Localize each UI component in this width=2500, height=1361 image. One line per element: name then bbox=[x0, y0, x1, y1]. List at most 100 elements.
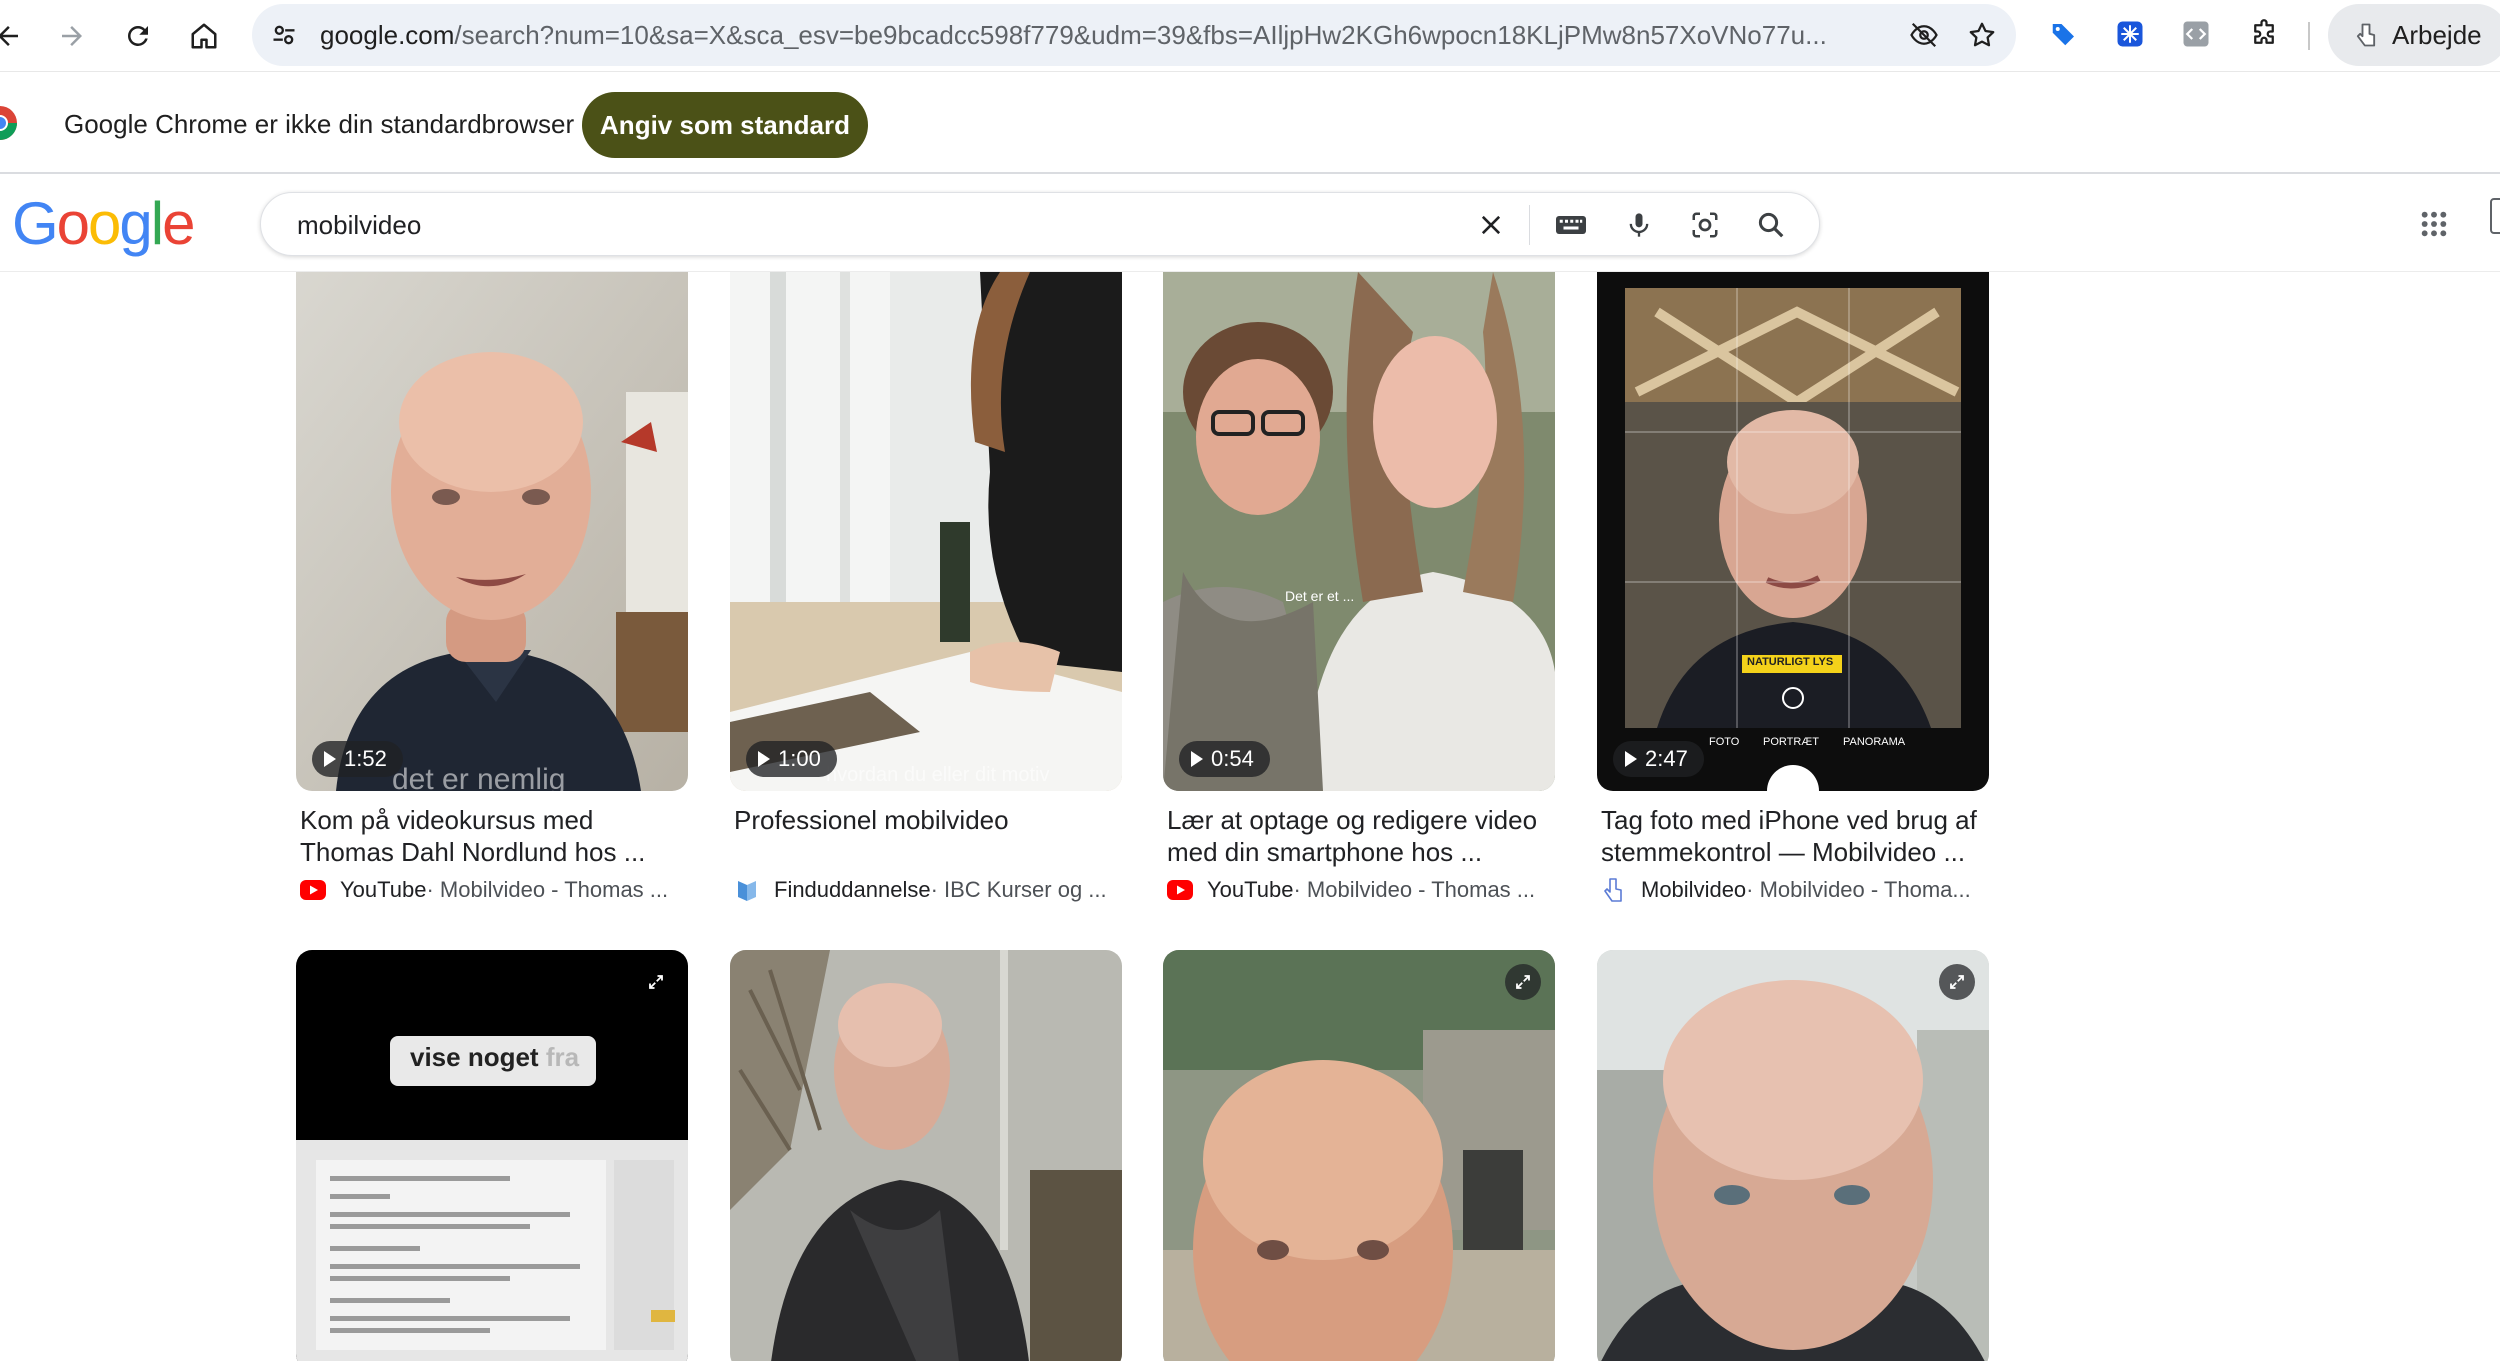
home-icon[interactable] bbox=[182, 14, 226, 58]
thumbnail-image bbox=[1597, 272, 1989, 791]
result-title[interactable]: Professionel mobilvideo bbox=[734, 804, 1122, 868]
result-title[interactable]: Kom på videokursus med Thomas Dahl Nordl… bbox=[300, 804, 688, 868]
image-thumbnail[interactable] bbox=[1163, 950, 1555, 1361]
source-site: Mobilvideo bbox=[1641, 877, 1747, 902]
play-icon bbox=[1625, 751, 1637, 767]
search-input[interactable]: mobilvideo bbox=[297, 210, 421, 240]
video-thumbnail[interactable]: det er nemlig 1:52 bbox=[296, 272, 688, 791]
thumbnail-image bbox=[730, 272, 1122, 791]
mobilvideo-icon bbox=[1601, 877, 1627, 903]
duration-badge: 1:52 bbox=[312, 741, 403, 777]
source-site: YouTube bbox=[1207, 877, 1294, 902]
video-caption: det er nemlig bbox=[392, 763, 566, 791]
image-thumbnail[interactable] bbox=[730, 950, 1122, 1361]
browser-toolbar: google.com/search?num=10&sa=X&sca_esv=be… bbox=[0, 0, 2500, 72]
forward-icon[interactable] bbox=[50, 14, 94, 58]
logo-letter: G bbox=[12, 190, 59, 257]
search-box[interactable]: mobilvideo bbox=[260, 192, 1820, 256]
image-results: det er nemlig 1:52 Kom på videokursus me… bbox=[0, 272, 2500, 1361]
duration-text: 1:52 bbox=[344, 746, 387, 771]
camera-badge: NATURLIGT LYS bbox=[1747, 656, 1834, 668]
search-divider bbox=[1529, 205, 1530, 245]
profile-name: Arbejde bbox=[2392, 20, 2482, 50]
thumbnail-image bbox=[730, 950, 1122, 1361]
duration-text: 2:47 bbox=[1645, 746, 1688, 771]
video-thumbnail[interactable]: NATURLIGT LYS FOTO PORTRÆT PANORAMA 2:47 bbox=[1597, 272, 1989, 791]
thumbnail-image bbox=[296, 272, 688, 791]
thumbnail-overlay-text: vise noget fra bbox=[410, 1042, 579, 1073]
camera-mode: FOTO bbox=[1709, 736, 1740, 748]
logo-letter: o bbox=[56, 190, 90, 257]
thumbnail-image bbox=[296, 950, 688, 1361]
extensions-puzzle-icon[interactable] bbox=[2246, 16, 2282, 52]
result-source[interactable]: YouTube · Mobilvideo - Thomas ... bbox=[300, 876, 688, 904]
duration-badge: 1:00 bbox=[746, 741, 837, 777]
youtube-icon bbox=[300, 877, 326, 903]
image-thumbnail[interactable] bbox=[1597, 950, 1989, 1361]
result-source[interactable]: Mobilvideo · Mobilvideo - Thoma... bbox=[1601, 876, 1989, 904]
youtube-icon bbox=[1167, 877, 1193, 903]
source-detail: · Mobilvideo - Thomas ... bbox=[426, 877, 669, 902]
result-source[interactable]: YouTube · Mobilvideo - Thomas ... bbox=[1167, 876, 1555, 904]
profile-button[interactable]: Arbejde bbox=[2328, 4, 2500, 66]
eye-off-icon[interactable] bbox=[1906, 17, 1942, 53]
video-thumbnail[interactable]: hvordan du eller dit motiv 1:00 bbox=[730, 272, 1122, 791]
default-browser-infobar: Google Chrome er ikke din standardbrowse… bbox=[0, 72, 2500, 174]
source-detail: · Mobilvideo - Thoma... bbox=[1746, 877, 1971, 902]
play-icon bbox=[1191, 751, 1203, 767]
logo-letter: g bbox=[119, 190, 152, 257]
result-source[interactable]: Finduddannelse · IBC Kurser og ... bbox=[734, 876, 1122, 904]
set-default-button[interactable]: Angiv som standard bbox=[582, 92, 868, 158]
result-title[interactable]: Lær at optage og redigere video med din … bbox=[1167, 804, 1555, 868]
duration-text: 0:54 bbox=[1211, 746, 1254, 771]
source-site: Finduddannelse bbox=[774, 877, 931, 902]
logo-letter: e bbox=[162, 190, 195, 257]
code-extension-icon[interactable] bbox=[2178, 16, 2214, 52]
result-title[interactable]: Tag foto med iPhone ved brug af stemmeko… bbox=[1601, 804, 1989, 868]
camera-mode: PORTRÆT bbox=[1763, 736, 1820, 748]
video-thumbnail[interactable]: Det er et ... 0:54 bbox=[1163, 272, 1555, 791]
google-logo[interactable]: Google bbox=[12, 190, 196, 257]
tag-extension-icon[interactable] bbox=[2046, 16, 2082, 52]
duration-badge: 2:47 bbox=[1613, 741, 1704, 777]
overlay-text-main: vise noget bbox=[410, 1042, 539, 1072]
thumbnail-image bbox=[1163, 272, 1555, 791]
logo-letter: l bbox=[150, 190, 164, 257]
logo-letter: o bbox=[88, 190, 121, 257]
keyboard-icon[interactable] bbox=[1551, 205, 1591, 245]
play-icon bbox=[758, 751, 770, 767]
reload-icon[interactable] bbox=[116, 14, 160, 58]
microphone-icon[interactable] bbox=[1619, 205, 1659, 245]
source-site: YouTube bbox=[340, 877, 427, 902]
lens-icon[interactable] bbox=[1685, 205, 1725, 245]
search-icon[interactable] bbox=[1751, 205, 1791, 245]
overlay-text-faded: fra bbox=[545, 1042, 580, 1072]
side-panel-icon[interactable] bbox=[2490, 198, 2500, 234]
source-detail: · IBC Kurser og ... bbox=[930, 877, 1107, 902]
duration-text: 1:00 bbox=[778, 746, 821, 771]
play-icon bbox=[324, 751, 336, 767]
address-bar[interactable]: google.com/search?num=10&sa=X&sca_esv=be… bbox=[252, 4, 2016, 66]
bookmark-star-icon[interactable] bbox=[1964, 17, 2000, 53]
book-icon bbox=[734, 877, 760, 903]
back-icon[interactable] bbox=[0, 14, 30, 58]
google-header: Google mobilvideo bbox=[0, 176, 2500, 272]
profile-avatar-icon bbox=[2348, 17, 2384, 53]
image-thumbnail[interactable]: vise noget fra bbox=[296, 950, 688, 1361]
video-caption: Det er et ... bbox=[1285, 588, 1355, 604]
google-apps-icon[interactable] bbox=[2412, 202, 2456, 246]
infobar-message: Google Chrome er ikke din standardbrowse… bbox=[64, 109, 575, 139]
thumbnail-image bbox=[1597, 950, 1989, 1361]
thumbnail-image bbox=[1163, 950, 1555, 1361]
source-detail: · Mobilvideo - Thomas ... bbox=[1293, 877, 1536, 902]
expand-icon[interactable] bbox=[638, 964, 674, 1000]
snowflake-extension-icon[interactable] bbox=[2112, 16, 2148, 52]
expand-icon[interactable] bbox=[1939, 964, 1975, 1000]
camera-mode: PANORAMA bbox=[1843, 736, 1906, 748]
clear-icon[interactable] bbox=[1471, 205, 1511, 245]
toolbar-divider bbox=[2308, 22, 2310, 50]
expand-icon[interactable] bbox=[1505, 964, 1541, 1000]
url-text[interactable]: google.com/search?num=10&sa=X&sca_esv=be… bbox=[320, 20, 1880, 50]
video-caption: hvordan du eller dit motiv bbox=[826, 764, 1050, 786]
site-settings-icon[interactable] bbox=[266, 17, 302, 53]
